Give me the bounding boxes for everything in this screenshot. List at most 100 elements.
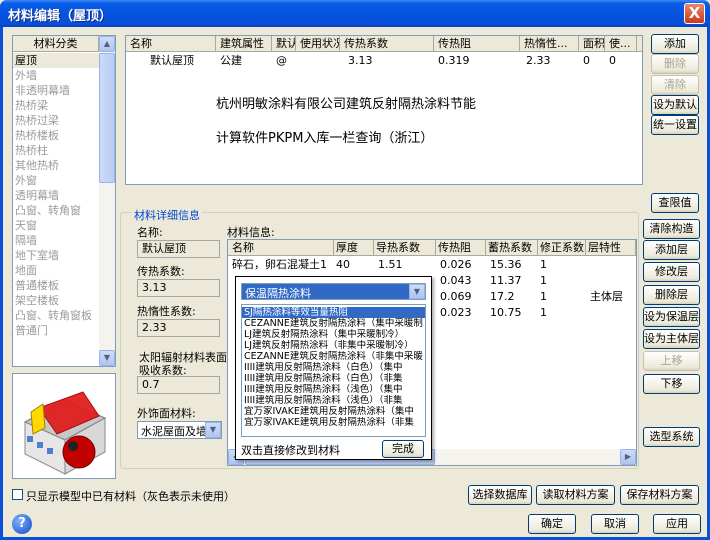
category-item[interactable]: 热桥过梁	[13, 113, 99, 128]
modify-layer-button[interactable]: 修改层	[643, 262, 700, 282]
set-main-layer-button[interactable]: 设为主体层	[643, 329, 700, 349]
add-material-button[interactable]: 添加	[651, 34, 699, 54]
coating-option[interactable]: SJ隔热涂料等效当量热阻	[242, 307, 425, 318]
close-button[interactable]: X	[684, 3, 705, 24]
category-item[interactable]: 天窗	[13, 218, 99, 233]
move-up-button[interactable]: 上移	[643, 351, 700, 371]
coating-options-list[interactable]: SJ隔热涂料等效当量热阻 CEZANNE建筑反射隔热涂料（集中采暖制 LJ建筑反射隔…	[241, 304, 426, 437]
coating-picker-popup[interactable]: 保温隔热涂料 ▼ SJ隔热涂料等效当量热阻 CEZANNE建筑反射隔热涂料（集中采…	[235, 276, 432, 460]
read-scheme-button[interactable]: 读取材料方案	[536, 485, 615, 505]
coating-option[interactable]: CEZANNE建筑反射隔热涂料（非集中采暖	[242, 351, 425, 362]
scroll-up-button[interactable]: ▲	[99, 36, 115, 52]
set-insulation-layer-button[interactable]: 设为保温层	[643, 307, 700, 327]
coating-option[interactable]: 宜万家IVAKE建筑用反射隔热涂料（集中	[242, 406, 425, 417]
coating-option[interactable]: IIII建筑用反射隔热涂料（白色）（非集	[242, 373, 425, 384]
material-column-header[interactable]: 传热阻	[436, 36, 520, 52]
category-item[interactable]: 凸窗、转角窗	[13, 203, 99, 218]
scroll-down-button[interactable]: ▼	[99, 350, 115, 366]
coating-type-select[interactable]: 保温隔热涂料 ▼	[241, 283, 426, 300]
layer-cell-s: 11.37	[490, 274, 522, 287]
layer-column-header[interactable]: 名称	[230, 240, 334, 256]
layer-column-header[interactable]: 层特性	[586, 240, 636, 256]
show-used-only-checkbox[interactable]	[12, 489, 23, 500]
select-system-button[interactable]: 选型系统	[643, 427, 700, 447]
material-column-header[interactable]: 传热系数	[342, 36, 434, 52]
layer-cell-a: 1	[540, 258, 547, 271]
help-icon[interactable]: ?	[12, 514, 32, 534]
category-item[interactable]: 普通门	[13, 323, 99, 338]
d-value-field: 2.33	[137, 319, 220, 337]
chevron-down-icon[interactable]: ▼	[409, 284, 425, 299]
coating-option[interactable]: IIII建筑用反射隔热涂料（白色）（集中	[242, 362, 425, 373]
overlay-note-line1: 杭州明敏涂料有限公司建筑反射隔热涂料节能	[216, 97, 477, 112]
category-item[interactable]: 非透明幕墙	[13, 83, 99, 98]
material-column-header[interactable]: 使...	[607, 36, 637, 52]
category-item[interactable]: 其他热桥	[13, 158, 99, 173]
delete-material-button[interactable]: 删除	[651, 54, 699, 74]
cancel-button[interactable]: 取消	[591, 514, 639, 534]
material-table[interactable]: 名称 建筑属性 默认 使用状况 传热系数 传热阻 热惰性... 面积 使... 默认屋顶 公建 @3…	[125, 35, 643, 185]
save-scheme-button[interactable]: 保存材料方案	[620, 485, 699, 505]
unify-settings-button[interactable]: 统一设置	[651, 115, 699, 135]
finish-material-select[interactable]: 水泥屋面及墙面 ▼	[137, 421, 222, 439]
material-row[interactable]: 默认屋顶 公建 @3.13 0.319 2.33 0 0	[126, 53, 642, 69]
category-list[interactable]: 材料分类 屋顶 外墙 非透明幕墙 热桥梁 热桥过梁 热桥楼板 热桥柱 其他热桥 外窗 透明幕墙 凸窗…	[12, 35, 116, 367]
ok-button[interactable]: 确定	[528, 514, 576, 534]
apply-button[interactable]: 应用	[653, 514, 701, 534]
material-column-header[interactable]: 面积	[581, 36, 605, 52]
category-item[interactable]: 地面	[13, 263, 99, 278]
delete-layer-button[interactable]: 删除层	[643, 285, 700, 305]
material-cell-k: 3.13	[348, 54, 373, 67]
category-item[interactable]: 热桥楼板	[13, 128, 99, 143]
add-layer-button[interactable]: 添加层	[643, 240, 700, 260]
category-item[interactable]: 外墙	[13, 68, 99, 83]
category-item[interactable]: 热桥柱	[13, 143, 99, 158]
select-database-button[interactable]: 选择数据库	[468, 485, 532, 505]
material-column-header[interactable]: 热惰性...	[522, 36, 579, 52]
category-scrollbar[interactable]: ▲ ▼	[99, 36, 115, 366]
layer-column-header[interactable]: 厚度	[334, 240, 374, 256]
category-item[interactable]: 透明幕墙	[13, 188, 99, 203]
coating-option[interactable]: 宜万家IVAKE建筑用反射隔热涂料（非集	[242, 417, 425, 428]
chevron-down-icon[interactable]: ▼	[205, 422, 221, 438]
overlay-note-line2: 计算软件PKPM入库一栏查询（浙江）	[216, 131, 434, 146]
material-column-header[interactable]: 建筑属性	[218, 36, 272, 52]
scroll-thumb[interactable]	[99, 53, 115, 183]
scroll-right-button[interactable]: ▶	[620, 449, 636, 465]
layer-cell-r: 0.043	[440, 274, 472, 287]
layer-column-header[interactable]: 修正系数	[538, 240, 586, 256]
category-item[interactable]: 隔墙	[13, 233, 99, 248]
coating-option[interactable]: LJ建筑反射隔热涂料（集中采暖制冷）	[242, 329, 425, 340]
coating-option[interactable]: CEZANNE建筑反射隔热涂料（集中采暖制	[242, 318, 425, 329]
category-item[interactable]: 地下室墙	[13, 248, 99, 263]
title-bar[interactable]: 材料编辑（屋顶） X	[0, 0, 710, 27]
category-item[interactable]: 架空楼板	[13, 293, 99, 308]
done-button[interactable]: 完成	[382, 440, 424, 458]
material-column-header[interactable]: 名称	[128, 36, 216, 52]
category-item[interactable]: 外窗	[13, 173, 99, 188]
material-column-header[interactable]: 默认	[274, 36, 296, 52]
coating-option[interactable]: LJ建筑反射隔热涂料（非集中采暖制冷）	[242, 340, 425, 351]
set-default-button[interactable]: 设为默认	[651, 95, 699, 115]
layer-cell-name: 碎石，卵石混凝土1	[232, 258, 327, 271]
dialog-client: 材料分类 屋顶 外墙 非透明幕墙 热桥梁 热桥过梁 热桥楼板 热桥柱 其他热桥 外窗 透明幕墙 凸窗…	[3, 27, 707, 537]
layer-column-header[interactable]: 导热系数	[374, 240, 436, 256]
detail-group-title: 材料详细信息	[132, 207, 202, 223]
clear-material-button[interactable]: 清除	[651, 75, 699, 95]
category-item[interactable]: 普通楼板	[13, 278, 99, 293]
solar-absorption-field[interactable]: 0.7	[137, 376, 220, 394]
material-column-header[interactable]: 使用状况	[298, 36, 340, 52]
coating-option[interactable]: IIII建筑用反射隔热涂料（浅色）（非集	[242, 395, 425, 406]
name-field[interactable]: 默认屋顶	[137, 240, 220, 258]
layer-column-header[interactable]: 蓄热系数	[486, 240, 538, 256]
category-item[interactable]: 屋顶	[13, 53, 99, 68]
coating-option[interactable]: IIII建筑用反射隔热涂料（浅色）（集中	[242, 384, 425, 395]
layer-column-header[interactable]: 传热阻	[436, 240, 486, 256]
layer-row[interactable]: 碎石，卵石混凝土1 40 1.51 0.026 15.36 1	[228, 257, 636, 273]
category-item[interactable]: 凸窗、转角窗板	[13, 308, 99, 323]
category-item[interactable]: 热桥梁	[13, 98, 99, 113]
clear-construction-button[interactable]: 清除构造	[643, 219, 700, 239]
move-down-button[interactable]: 下移	[643, 374, 700, 394]
check-limits-button[interactable]: 查限值	[651, 193, 699, 213]
category-items: 屋顶 外墙 非透明幕墙 热桥梁 热桥过梁 热桥楼板 热桥柱 其他热桥 外窗 透明幕墙 凸窗、转角窗天…	[13, 53, 99, 366]
